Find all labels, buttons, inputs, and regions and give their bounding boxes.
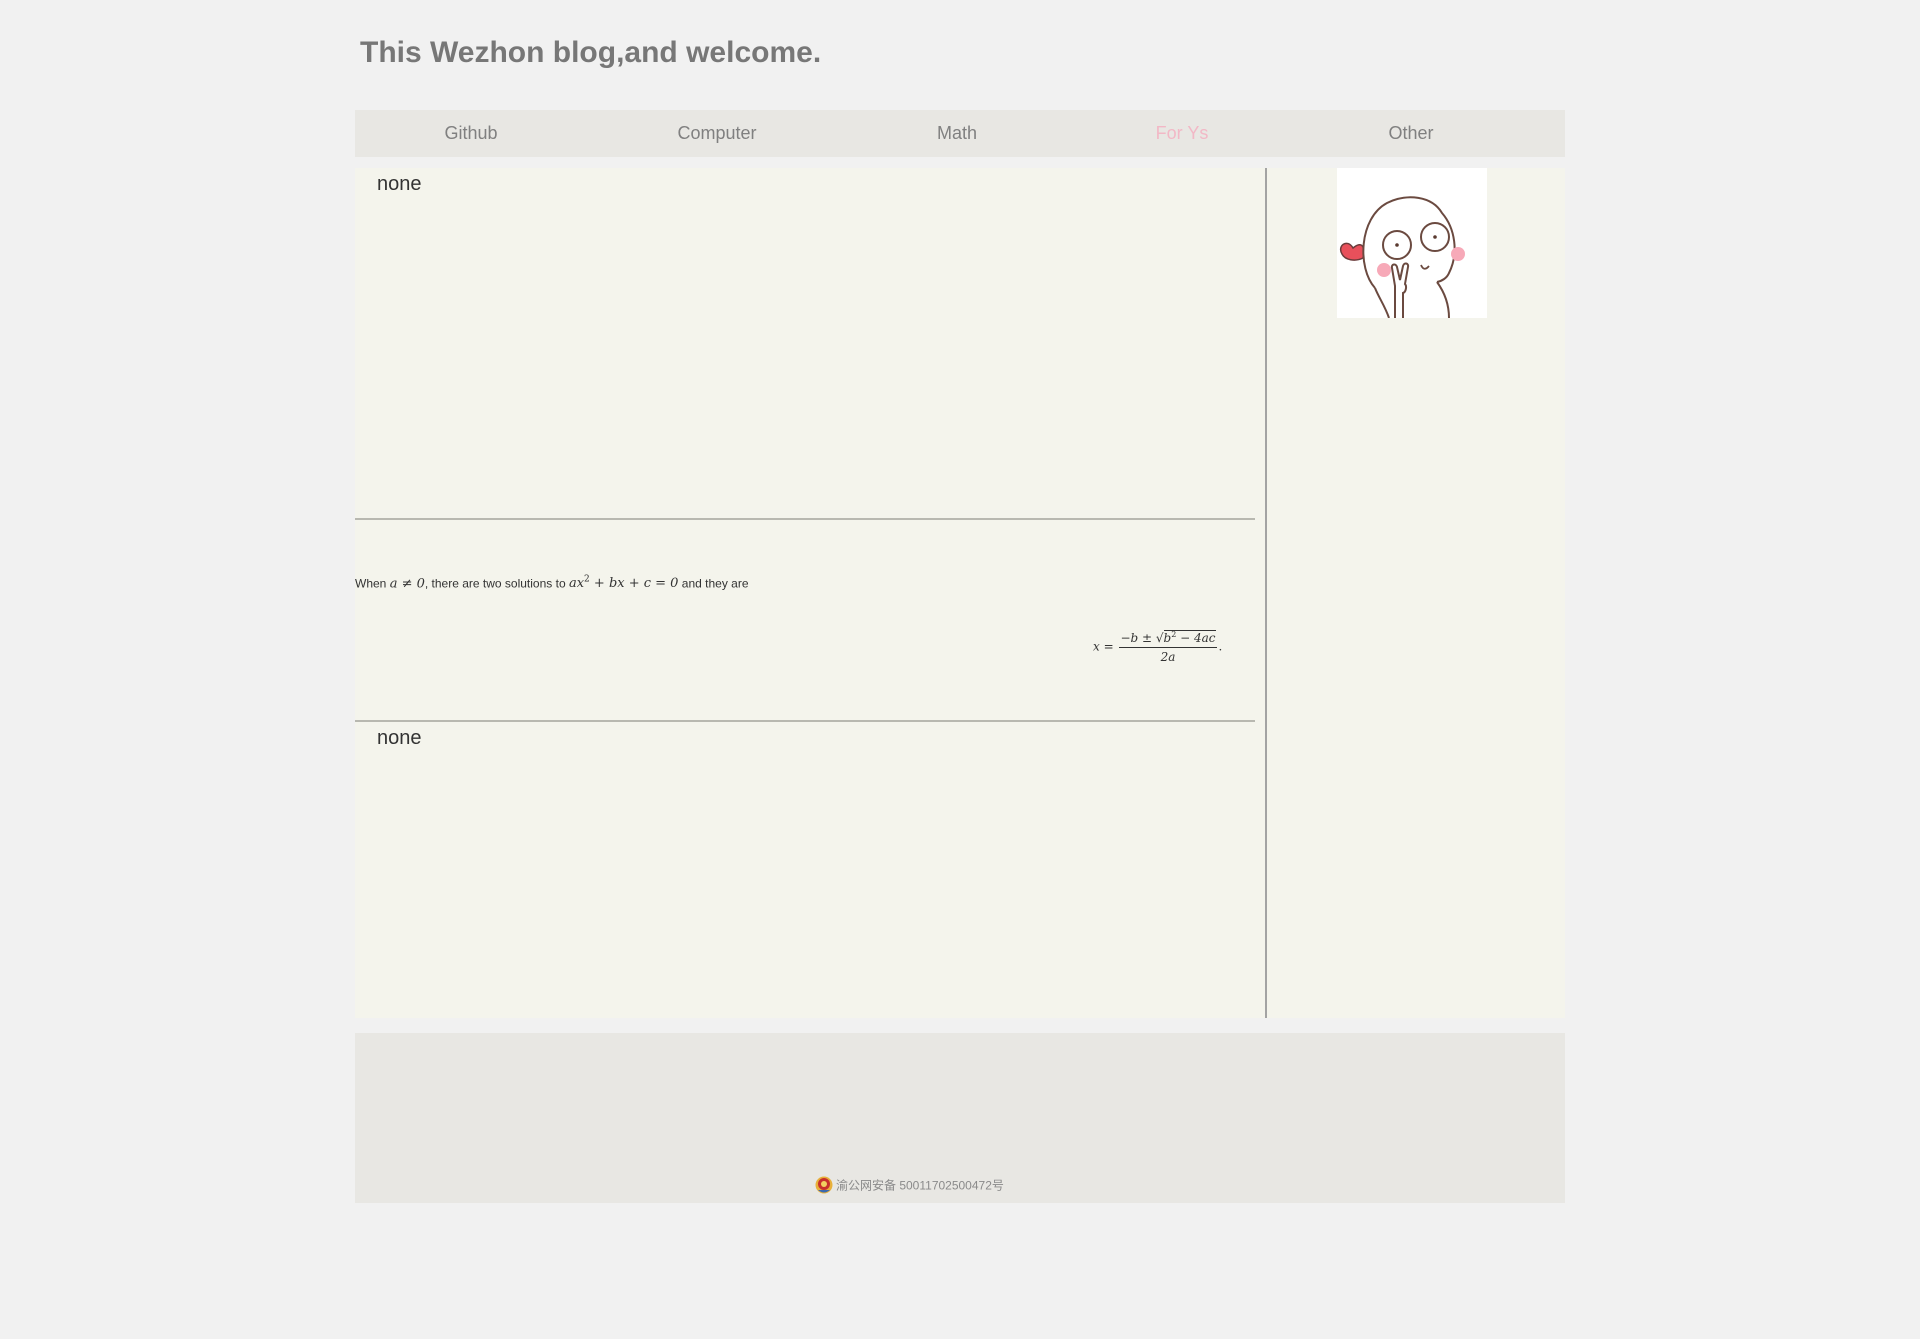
- content-area: none When a ≠ 0, there are two solutions…: [355, 168, 1565, 1018]
- post-title-2: none: [377, 727, 422, 749]
- intro-suffix: and they are: [678, 576, 749, 591]
- intro-mid: , there are two solutions to: [424, 576, 569, 591]
- sqrt-radicand: b2 − 4ac: [1163, 630, 1216, 645]
- formula-numerator: −b ± √b2 − 4ac: [1119, 630, 1217, 648]
- nav-item-github[interactable]: Github: [444, 110, 497, 157]
- avatar: [1337, 168, 1487, 319]
- avatar-cartoon-icon: [1340, 196, 1465, 319]
- main-column: none When a ≠ 0, there are two solutions…: [355, 168, 1267, 1018]
- equation-math: ax2 + bx + c = 0: [568, 575, 679, 592]
- formula-lhs: x =: [1093, 639, 1118, 654]
- numerator-prefix: −b ±: [1120, 631, 1156, 645]
- divider-1: [355, 518, 1255, 520]
- formula-fraction: −b ± √b2 − 4ac 2a: [1119, 630, 1217, 664]
- footer: 渝公网安备 50011702500472号: [355, 1033, 1565, 1203]
- nav-item-computer[interactable]: Computer: [677, 110, 756, 157]
- police-badge-icon: [815, 1176, 833, 1194]
- site-title: This Wezhon blog,and welcome.: [360, 36, 822, 69]
- radicand-rest: − 4ac: [1176, 631, 1216, 645]
- sqrt-sign: √: [1155, 631, 1164, 645]
- eq-rest: + bx + c = 0: [589, 576, 679, 592]
- formula-end: .: [1218, 639, 1223, 654]
- post-title-1: none: [377, 173, 422, 195]
- nav-item-for-ys[interactable]: For Ys: [1156, 110, 1209, 157]
- condition-math: a ≠ 0: [389, 576, 425, 592]
- nav-item-math[interactable]: Math: [937, 110, 977, 157]
- nav-item-other[interactable]: Other: [1388, 110, 1433, 157]
- formula-denominator: 2a: [1160, 650, 1176, 664]
- divider-2: [355, 720, 1255, 722]
- beian-text: 渝公网安备 50011702500472号: [836, 1178, 1004, 1193]
- main-nav: Github Computer Math For Ys Other: [355, 110, 1565, 157]
- quadratic-formula: x = −b ± √b2 − 4ac 2a.: [1093, 630, 1222, 664]
- beian-link[interactable]: 渝公网安备 50011702500472号: [815, 1175, 1004, 1195]
- math-intro-text: When a ≠ 0, there are two solutions to a…: [355, 575, 749, 591]
- sidebar: [1267, 168, 1565, 1018]
- eq-term-a: ax: [568, 576, 585, 592]
- intro-prefix: When: [355, 576, 390, 591]
